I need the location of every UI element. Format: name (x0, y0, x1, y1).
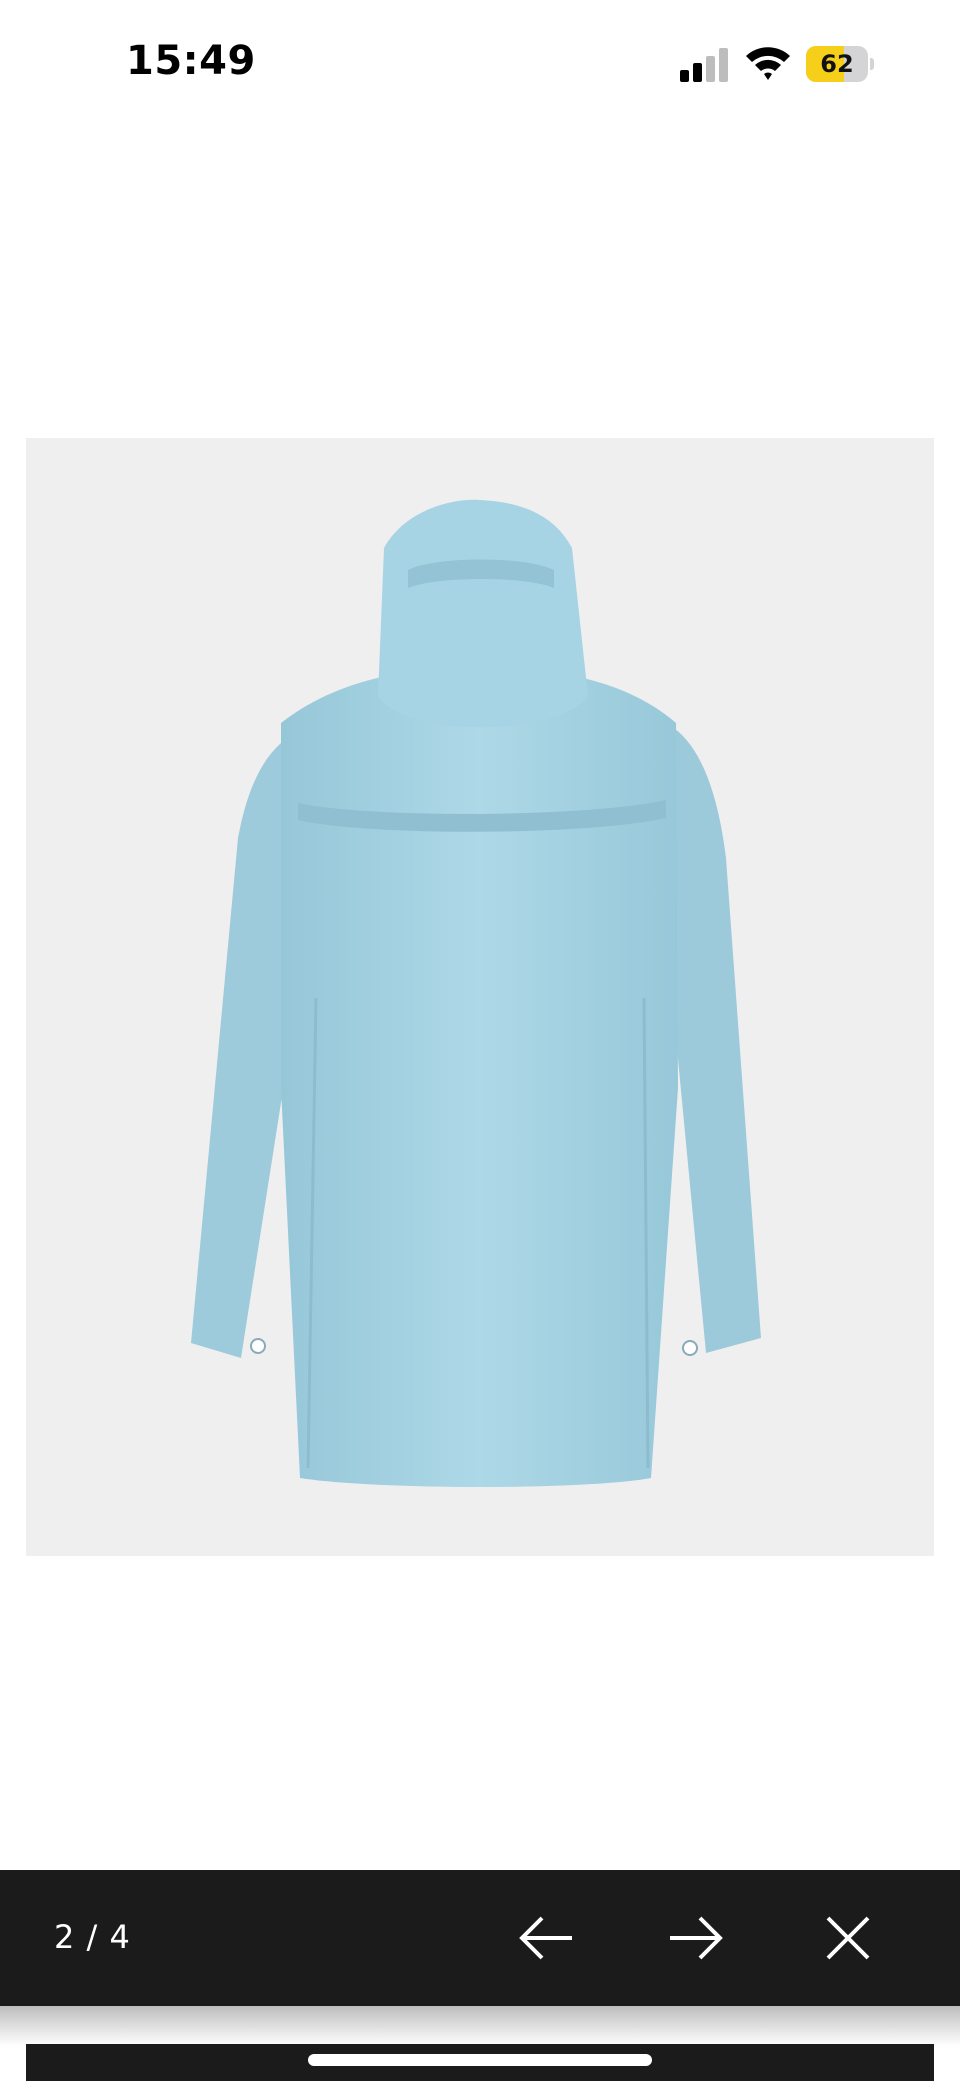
status-time: 15:49 (126, 38, 256, 84)
close-icon (826, 1916, 870, 1960)
wifi-icon (746, 47, 790, 80)
product-image[interactable] (26, 438, 934, 1556)
toolbar-shadow (0, 2006, 960, 2046)
battery-icon: 62 (806, 46, 874, 82)
previous-image-button[interactable] (508, 1900, 584, 1976)
arrow-right-icon (670, 1916, 723, 1960)
arrow-left-icon (519, 1916, 572, 1960)
close-button[interactable] (810, 1900, 886, 1976)
image-viewer-toolbar: 2 / 4 (0, 1870, 960, 2006)
next-image-button[interactable] (658, 1900, 734, 1976)
signal-icon (680, 48, 728, 82)
image-counter: 2 / 4 (54, 1918, 131, 1956)
raincoat-image (191, 499, 761, 1487)
battery-level: 62 (820, 50, 854, 78)
status-bar: 15:49 62 (0, 0, 960, 130)
home-indicator[interactable] (308, 2054, 652, 2066)
